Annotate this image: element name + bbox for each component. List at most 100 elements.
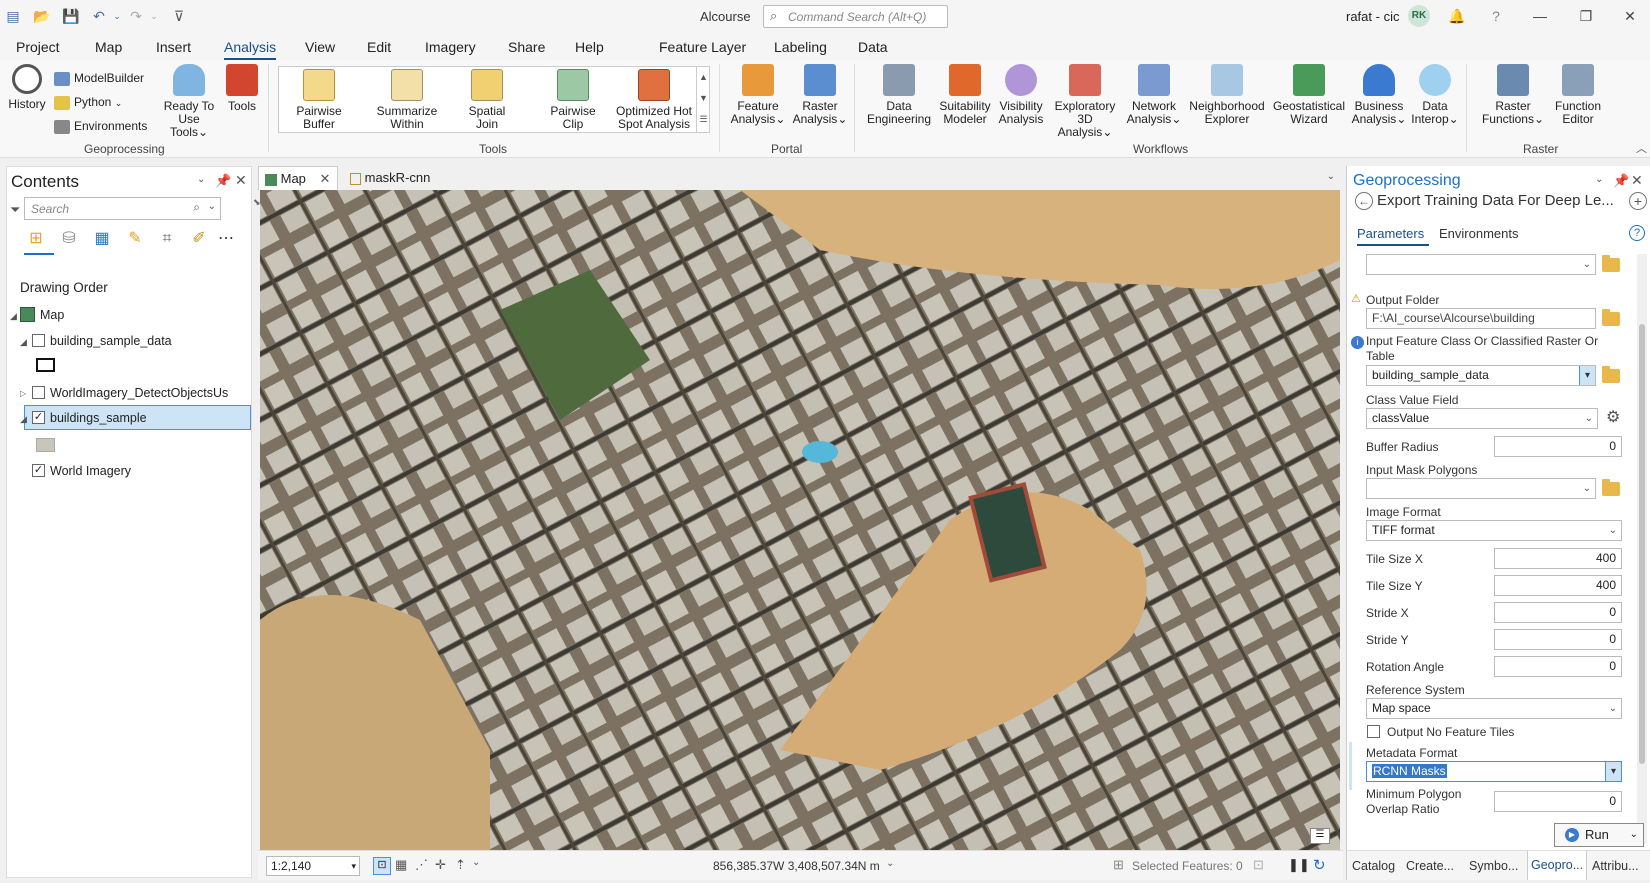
pin-icon[interactable]: 📌 (215, 173, 231, 189)
network-analysis-button[interactable]: Network Analysis⌄ (1124, 64, 1184, 126)
avatar[interactable]: RK (1408, 5, 1430, 27)
north-arrow-icon[interactable]: ⇡ (455, 857, 466, 873)
layer-worldimagery-detect[interactable]: WorldImagery_DetectObjectsUs (50, 386, 228, 400)
folder-icon[interactable] (1602, 366, 1620, 383)
data-interop-button[interactable]: Data Interop⌄ (1410, 64, 1460, 126)
tab-environments[interactable]: Environments (1439, 226, 1518, 241)
expand-icon[interactable]: ◢ (20, 337, 27, 348)
layer-symbol-fill[interactable] (36, 438, 55, 452)
folder-icon[interactable] (1602, 309, 1620, 326)
undo-dropdown-icon[interactable]: ⌄ (108, 8, 126, 24)
output-folder-input[interactable]: F:\AI_course\Alcourse\building (1366, 308, 1596, 329)
chevron-down-icon[interactable]: ⌄ (197, 174, 205, 185)
menu-labeling[interactable]: Labeling (774, 39, 827, 55)
expand-icon[interactable]: ◢ (10, 311, 17, 322)
tile-size-x-input[interactable]: 400 (1494, 548, 1622, 569)
close-icon[interactable]: ✕ (235, 172, 247, 189)
layer-checkbox-buildings-sample[interactable]: ✓ (32, 411, 45, 424)
stride-y-input[interactable]: 0 (1494, 629, 1622, 650)
geostatistical-wizard-button[interactable]: Geostatistical Wizard (1271, 64, 1347, 126)
run-button[interactable]: ▶ Run ⌄ (1554, 823, 1644, 847)
layer-checkbox-building-sample-data[interactable] (32, 334, 45, 347)
chevron-down-icon[interactable]: ⌄ (1327, 171, 1335, 182)
bottom-tab-create[interactable]: Create... (1406, 859, 1454, 873)
undo-icon[interactable]: ↶ (90, 8, 108, 24)
class-value-select[interactable]: classValue ⌄ (1366, 408, 1598, 429)
modelbuilder-button[interactable]: ModelBuilder (54, 68, 144, 88)
redo-dropdown-icon[interactable]: ⌄ (145, 8, 163, 24)
folder-icon[interactable] (1602, 479, 1620, 496)
optimized-hot-spot-button[interactable]: Optimized Hot Spot Analysis (613, 69, 695, 131)
layer-building-sample-data[interactable]: building_sample_data (50, 334, 172, 348)
help-icon[interactable]: ? (1486, 6, 1506, 26)
constrain-icon[interactable]: ✛ (435, 857, 446, 873)
tree-map[interactable]: Map (40, 308, 64, 322)
contents-search-input[interactable]: Search ⌕ ⌄ (24, 197, 221, 220)
bottom-tab-catalog[interactable]: Catalog (1352, 859, 1395, 873)
pairwise-buffer-button[interactable]: Pairwise Buffer (287, 69, 351, 131)
new-project-icon[interactable]: ▤ (4, 8, 22, 24)
gear-icon[interactable]: ⚙ (1606, 407, 1620, 427)
python-button[interactable]: Python ⌄ (54, 92, 122, 112)
menu-map[interactable]: Map (95, 39, 122, 55)
tab-parameters[interactable]: Parameters (1357, 226, 1424, 241)
add-icon[interactable]: + (1629, 192, 1647, 210)
menu-view[interactable]: View (305, 39, 335, 55)
command-search-input[interactable]: ⌕ Command Search (Alt+Q) (763, 5, 948, 28)
close-icon[interactable]: ✕ (1631, 172, 1643, 189)
suitability-modeler-button[interactable]: Suitability Modeler (936, 64, 994, 126)
close-icon[interactable]: ✕ (1620, 6, 1640, 26)
expand-icon[interactable]: ◢ (20, 414, 27, 425)
min-polygon-input[interactable]: 0 (1494, 791, 1622, 812)
history-button[interactable]: History (6, 64, 48, 111)
input-feature-select[interactable]: building_sample_data ▾ (1366, 365, 1596, 386)
filter-icon[interactable]: ⏷ (10, 202, 20, 218)
map-view[interactable]: ☰ (260, 190, 1340, 850)
map-overlay-menu-icon[interactable]: ☰ (1310, 828, 1330, 844)
list-by-selection-icon[interactable]: ▦ (91, 228, 113, 250)
reference-system-select[interactable]: Map space ⌄ (1366, 698, 1622, 719)
function-editor-button[interactable]: Function Editor (1548, 64, 1608, 126)
menu-edit[interactable]: Edit (367, 39, 391, 55)
buffer-radius-input[interactable]: 0 (1494, 436, 1622, 457)
user-name[interactable]: rafat - cic (1346, 9, 1399, 24)
menu-analysis[interactable]: Analysis (224, 39, 277, 60)
menu-share[interactable]: Share (508, 39, 545, 55)
gallery-scroll[interactable]: ▲ ▼ ☰ (696, 67, 710, 132)
output-no-feature-tiles-checkbox[interactable] (1367, 725, 1380, 738)
data-engineering-button[interactable]: Data Engineering (866, 64, 932, 126)
summarize-within-button[interactable]: Summarize Within (367, 69, 447, 131)
rotation-angle-input[interactable]: 0 (1494, 656, 1622, 677)
previous-param-select[interactable]: ⌄ (1366, 254, 1596, 275)
menu-data[interactable]: Data (858, 39, 888, 55)
save-icon[interactable]: 💾 (62, 8, 80, 24)
chevron-down-icon[interactable]: ▾ (1605, 762, 1621, 781)
feature-analysis-button[interactable]: Feature Analysis⌄ (730, 64, 786, 126)
tab-map[interactable]: Map ✕ (258, 166, 338, 190)
ready-to-use-tools-button[interactable]: Ready To Use Tools⌄ (158, 64, 220, 139)
layer-world-imagery[interactable]: World Imagery (50, 464, 131, 478)
restore-icon[interactable]: ❐ (1576, 6, 1596, 26)
spatial-join-button[interactable]: Spatial Join (459, 69, 515, 131)
bottom-tab-symbology[interactable]: Symbo... (1469, 859, 1518, 873)
input-mask-select[interactable]: ⌄ (1366, 478, 1596, 499)
business-analysis-button[interactable]: Business Analysis⌄ (1350, 64, 1408, 126)
menu-feature-layer[interactable]: Feature Layer (659, 39, 746, 55)
menu-imagery[interactable]: Imagery (425, 39, 476, 55)
notifications-icon[interactable]: 🔔 (1447, 6, 1467, 26)
exploratory-3d-button[interactable]: Exploratory 3D Analysis⌄ (1049, 64, 1121, 139)
bottom-tab-attributes[interactable]: Attribu... (1592, 859, 1639, 873)
help-icon[interactable]: ? (1629, 225, 1645, 241)
snapping-icon[interactable]: ⋰ (415, 857, 428, 873)
customize-toolbar-icon[interactable]: ⊽ (170, 8, 188, 24)
back-icon[interactable]: ← (1355, 192, 1373, 210)
scrollbar-thumb[interactable] (1639, 324, 1645, 764)
tab-maskrcnn[interactable]: maskR-cnn (344, 166, 436, 190)
scale-select[interactable]: 1:2,140 ▾ (266, 856, 360, 876)
chevron-down-icon[interactable]: ▾ (1579, 366, 1595, 385)
folder-icon[interactable] (1602, 255, 1620, 272)
layer-buildings-sample[interactable]: buildings_sample (50, 411, 147, 425)
collapse-ribbon-icon[interactable]: ︿ (1636, 140, 1647, 156)
list-by-snapping-icon[interactable]: ⌗ (156, 228, 178, 250)
chevron-down-icon[interactable]: ⌄ (1595, 174, 1603, 185)
